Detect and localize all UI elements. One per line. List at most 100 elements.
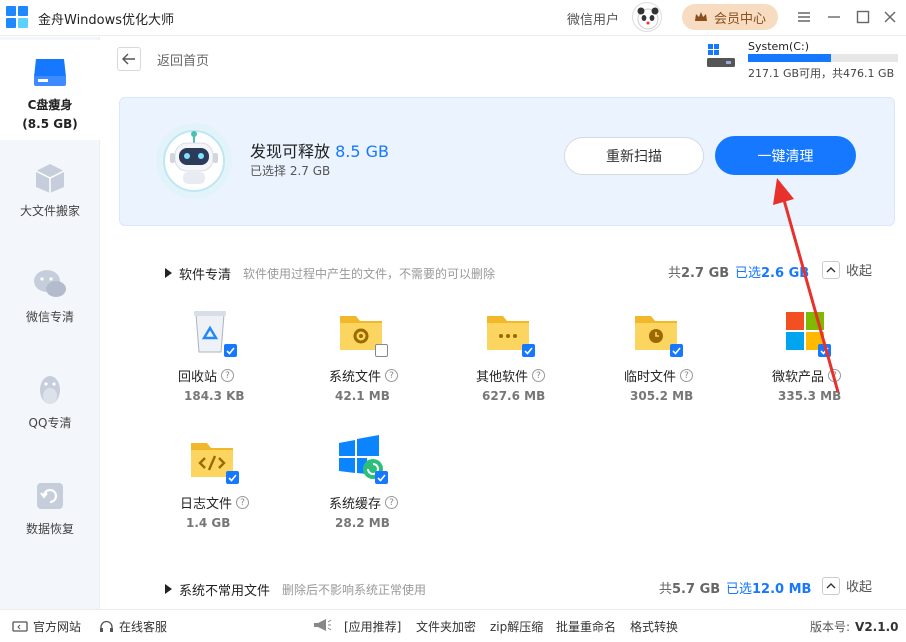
section-title: 软件专清 <box>179 268 232 283</box>
item-name: 系统缓存 <box>329 497 382 512</box>
format-convert-link[interactable]: 格式转换 <box>630 618 678 635</box>
clean-item-system-cache[interactable]: 系统缓存? 28.2 MB <box>329 435 439 535</box>
user-name[interactable]: 微信用户 <box>567 9 619 28</box>
item-checkbox[interactable] <box>375 344 388 357</box>
back-home-link[interactable]: 返回首页 <box>157 50 209 69</box>
zip-extract-link[interactable]: zip解压缩 <box>490 618 543 635</box>
help-icon[interactable]: ? <box>221 369 235 382</box>
qq-penguin-icon <box>32 372 68 408</box>
sidebar-item-label: QQ专清 <box>28 416 72 430</box>
panda-avatar-icon <box>637 7 659 30</box>
item-name: 回收站 <box>178 370 218 385</box>
clean-item-log-files[interactable]: 日志文件? 1.4 GB <box>180 435 290 535</box>
sidebar-item-c-drive[interactable]: C盘瘦身 (8.5 GB) <box>0 40 100 140</box>
online-support-link[interactable]: 在线客服 <box>99 618 167 635</box>
monitor-icon <box>12 620 28 632</box>
megaphone-icon <box>312 618 332 632</box>
section-desc: 删除后不影响系统正常使用 <box>282 583 427 597</box>
menu-icon[interactable] <box>793 6 815 28</box>
item-size: 1.4 GB <box>186 516 231 530</box>
item-size: 305.2 MB <box>630 389 694 403</box>
item-name: 系统文件 <box>329 370 382 385</box>
rescan-button[interactable]: 重新扫描 <box>564 137 704 175</box>
collapse-label: 收起 <box>846 580 873 595</box>
sidebar: C盘瘦身 (8.5 GB) 大文件搬家 微信专清 QQ专清 数据恢复 <box>0 37 100 609</box>
chevron-up-icon <box>822 576 840 595</box>
app-logo-icon <box>6 6 28 28</box>
avatar[interactable] <box>632 2 662 32</box>
collapse-button[interactable]: 收起 <box>822 260 872 279</box>
found-size: 8.5 GB <box>335 142 390 161</box>
item-size: 627.6 MB <box>482 389 546 403</box>
close-icon[interactable] <box>879 6 901 28</box>
item-size: 184.3 KB <box>184 389 245 403</box>
item-checkbox[interactable] <box>818 344 831 357</box>
section-desc: 软件使用过程中产生的文件，不需要的可以删除 <box>243 267 496 281</box>
one-click-clean-button[interactable]: 一键清理 <box>715 136 856 175</box>
batch-rename-link[interactable]: 批量重命名 <box>556 618 616 635</box>
item-size: 42.1 MB <box>335 389 390 403</box>
item-checkbox[interactable] <box>375 471 388 484</box>
item-checkbox[interactable] <box>224 344 237 357</box>
clean-item-system-files[interactable]: 系统文件? 42.1 MB <box>329 308 439 408</box>
section-expand-icon[interactable] <box>165 584 172 594</box>
website-link[interactable]: 官方网站 <box>12 618 81 635</box>
item-name: 日志文件 <box>180 497 233 512</box>
sidebar-item-wechat[interactable]: 微信专清 <box>0 252 100 344</box>
sidebar-item-label: 大文件搬家 <box>19 204 80 218</box>
back-button[interactable] <box>117 47 141 71</box>
item-checkbox[interactable] <box>522 344 535 357</box>
headset-icon <box>100 620 113 632</box>
item-name: 临时文件 <box>624 370 677 385</box>
clean-item-temp-files[interactable]: 临时文件? 305.2 MB <box>624 308 734 408</box>
maximize-icon[interactable] <box>852 6 874 28</box>
app-recommend-link[interactable]: [应用推荐] <box>344 618 401 635</box>
section-selected: 已选2.6 GB <box>735 266 810 281</box>
robot-icon <box>154 121 234 201</box>
section-title: 系统不常用文件 <box>179 584 271 599</box>
crown-icon <box>694 12 707 21</box>
arrow-left-icon <box>122 53 135 65</box>
sidebar-item-sub: (8.5 GB) <box>22 117 78 131</box>
chevron-up-icon <box>822 260 840 279</box>
help-icon[interactable]: ? <box>236 496 250 509</box>
sidebar-item-big-files[interactable]: 大文件搬家 <box>0 146 100 238</box>
drive-info: 217.1 GB可用，共476.1 GB <box>748 67 895 80</box>
item-checkbox[interactable] <box>226 471 239 484</box>
sidebar-item-qq[interactable]: QQ专清 <box>0 358 100 450</box>
folder-encrypt-link[interactable]: 文件夹加密 <box>416 618 476 635</box>
minimize-icon[interactable] <box>823 6 845 28</box>
section-total: 共5.7 GB <box>659 582 721 597</box>
collapse-label: 收起 <box>846 264 873 279</box>
box-icon <box>32 160 68 196</box>
help-icon[interactable]: ? <box>680 369 694 382</box>
vip-center-button[interactable]: 会员中心 <box>682 4 778 30</box>
item-size: 28.2 MB <box>335 516 390 530</box>
section-selected: 已选12.0 MB <box>726 582 812 597</box>
clean-item-other-software[interactable]: 其他软件? 627.6 MB <box>476 308 586 408</box>
item-size: 335.3 MB <box>778 389 842 403</box>
title-bar: 金舟Windows优化大师 微信用户 会员中心 <box>0 0 906 36</box>
item-name: 其他软件 <box>476 370 529 385</box>
vip-label: 会员中心 <box>713 11 766 27</box>
disk-icon <box>32 54 68 90</box>
item-checkbox[interactable] <box>670 344 683 357</box>
collapse-button[interactable]: 收起 <box>822 576 872 595</box>
sidebar-item-recovery[interactable]: 数据恢复 <box>0 464 100 556</box>
sidebar-item-label: 微信专清 <box>25 310 74 324</box>
section-total: 共2.7 GB <box>668 266 730 281</box>
help-icon[interactable]: ? <box>385 496 399 509</box>
footer: 官方网站 在线客服 [应用推荐] 文件夹加密 zip解压缩 批量重命名 格式转换… <box>0 609 906 642</box>
found-prefix: 发现可释放 <box>250 142 331 161</box>
clean-item-recycle-bin[interactable]: 回收站? 184.3 KB <box>178 308 288 408</box>
help-icon[interactable]: ? <box>532 369 546 382</box>
clean-item-microsoft[interactable]: 微软产品? 335.3 MB <box>772 308 882 408</box>
item-name: 微软产品 <box>772 370 825 385</box>
found-summary: 发现可释放 8.5 GB <box>250 138 389 162</box>
section-expand-icon[interactable] <box>165 268 172 278</box>
drive-icon <box>706 43 736 69</box>
help-icon[interactable]: ? <box>385 369 399 382</box>
app-title: 金舟Windows优化大师 <box>38 13 175 28</box>
selected-summary: 已选择 2.7 GB <box>250 164 331 178</box>
help-icon[interactable]: ? <box>828 369 842 382</box>
